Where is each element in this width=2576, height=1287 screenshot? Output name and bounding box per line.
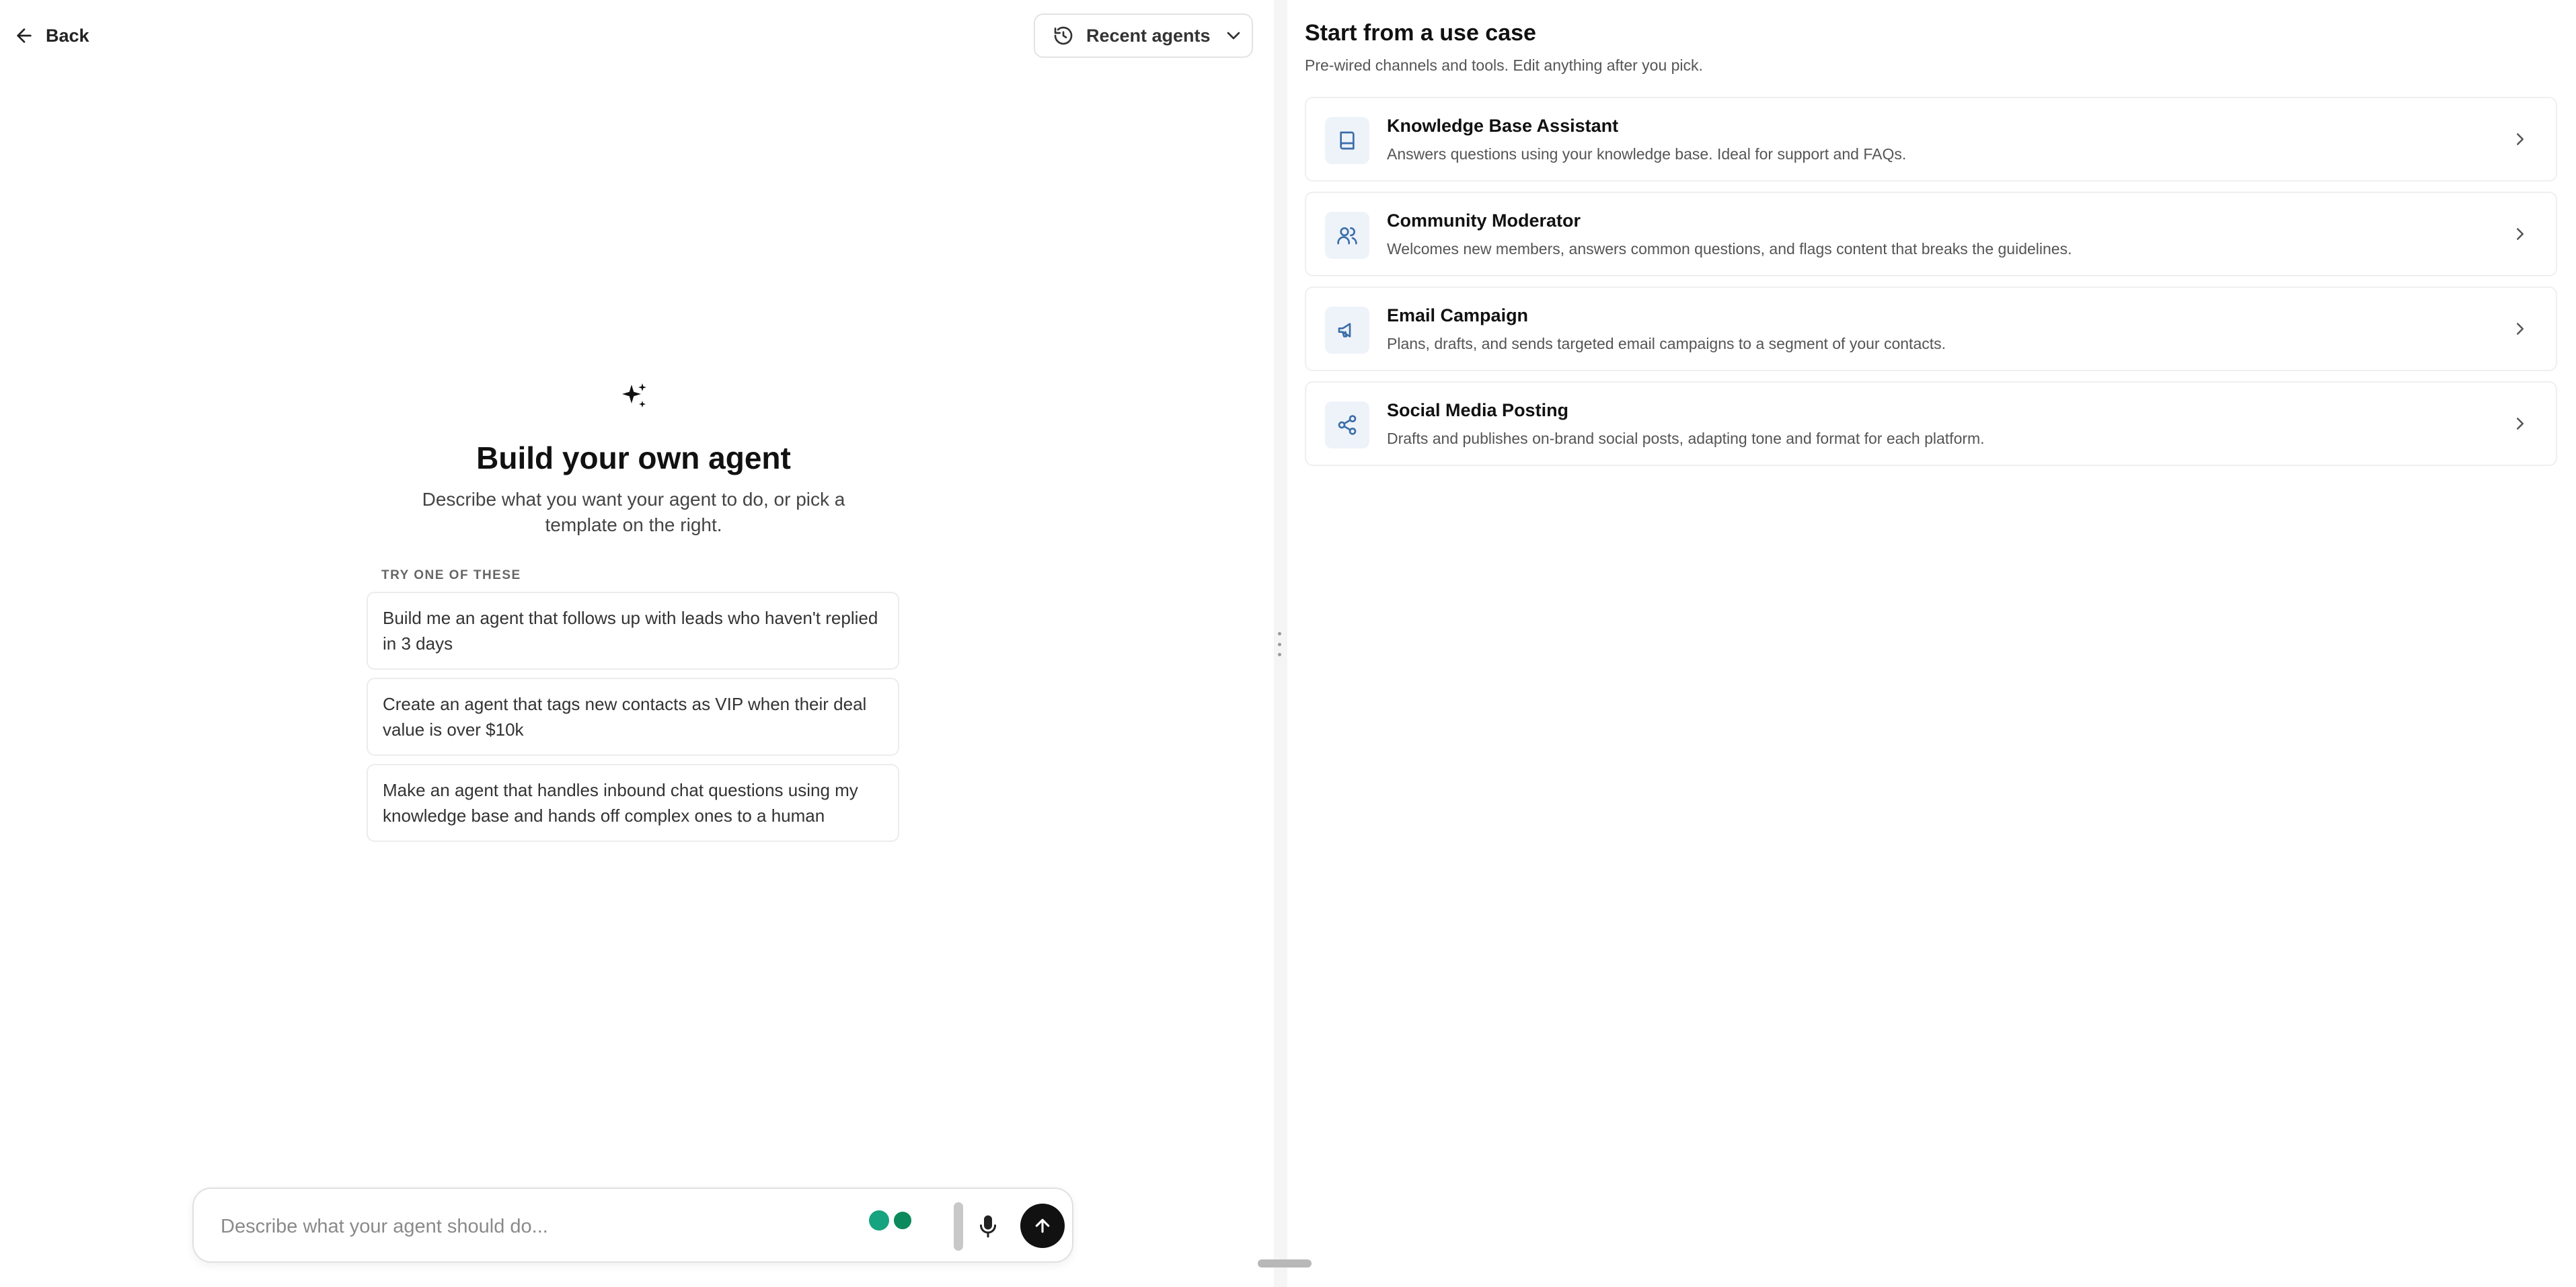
use-case-icon-box — [1325, 307, 1369, 354]
use-case-card-community-moderator[interactable]: Community Moderator Welcomes new members… — [1305, 192, 2557, 276]
users-icon — [1337, 227, 1357, 245]
chevron-down-icon — [1227, 32, 1240, 40]
use-case-icon-box — [1325, 212, 1369, 259]
recent-agents-label: Recent agents — [1086, 25, 1211, 46]
use-case-name: Email Campaign — [1387, 305, 1529, 325]
chevron-right-icon — [2517, 133, 2524, 145]
microphone-button[interactable] — [973, 1212, 1003, 1243]
composer-resize-handle[interactable] — [954, 1202, 963, 1251]
book-icon — [1340, 131, 1355, 150]
agent-builder-pane: Back Recent agents Build your own agent … — [0, 0, 1274, 1287]
use-case-description: Answers questions using your knowledge b… — [1387, 145, 1907, 163]
back-label: Back — [46, 25, 89, 46]
use-case-icon-box — [1325, 117, 1369, 164]
microphone-icon — [980, 1215, 996, 1237]
use-case-name: Social Media Posting — [1387, 400, 1569, 420]
use-case-title: Start from a use case — [1305, 20, 1536, 46]
chevron-right-icon — [2517, 418, 2524, 430]
use-case-subtitle: Pre-wired channels and tools. Edit anyth… — [1305, 56, 1703, 74]
use-case-description: Plans, drafts, and sends targeted email … — [1387, 335, 1946, 352]
megaphone-icon — [1338, 323, 1351, 338]
recent-agents-dropdown[interactable]: Recent agents — [1034, 13, 1253, 58]
sparkle-icon — [622, 383, 646, 407]
page-subtitle: Describe what you want your agent to do,… — [422, 489, 845, 535]
use-case-card-email-campaign[interactable]: Email Campaign Plans, drafts, and sends … — [1305, 286, 2557, 371]
bulb-icon — [869, 1210, 889, 1231]
use-case-icon-box — [1325, 401, 1369, 448]
suggestion-item[interactable]: Create an agent that tags new contacts a… — [367, 678, 899, 756]
arrow-left-icon — [17, 28, 32, 43]
arrow-up-icon — [1035, 1218, 1050, 1233]
back-button[interactable]: Back — [13, 19, 89, 52]
use-case-name: Community Moderator — [1387, 210, 1581, 231]
grammarly-icon — [892, 1210, 913, 1231]
use-case-pane: Start from a use case Pre-wired channels… — [1287, 0, 2576, 1287]
agent-composer — [192, 1187, 1073, 1263]
chevron-right-icon — [2517, 323, 2524, 335]
suggestion-item[interactable]: Make an agent that handles inbound chat … — [367, 764, 899, 842]
grammar-assistant-icon[interactable] — [869, 1205, 923, 1236]
use-case-description: Welcomes new members, answers common que… — [1387, 240, 2072, 258]
share-icon — [1338, 415, 1357, 435]
use-case-description: Drafts and publishes on-brand social pos… — [1387, 430, 1985, 447]
send-button[interactable] — [1020, 1204, 1065, 1248]
history-icon — [1054, 26, 1073, 45]
use-case-card-social-media[interactable]: Social Media Posting Drafts and publishe… — [1305, 381, 2557, 466]
use-case-card-knowledge-base[interactable]: Knowledge Base Assistant Answers questio… — [1305, 97, 2557, 182]
suggestions-label: TRY ONE OF THESE — [381, 568, 521, 582]
page-title: Build your own agent — [476, 440, 791, 475]
suggestion-item[interactable]: Build me an agent that follows up with l… — [367, 592, 899, 670]
chevron-right-icon — [2517, 228, 2524, 240]
divider-grip-icon[interactable] — [1276, 632, 1283, 656]
use-case-name: Knowledge Base Assistant — [1387, 116, 1619, 136]
